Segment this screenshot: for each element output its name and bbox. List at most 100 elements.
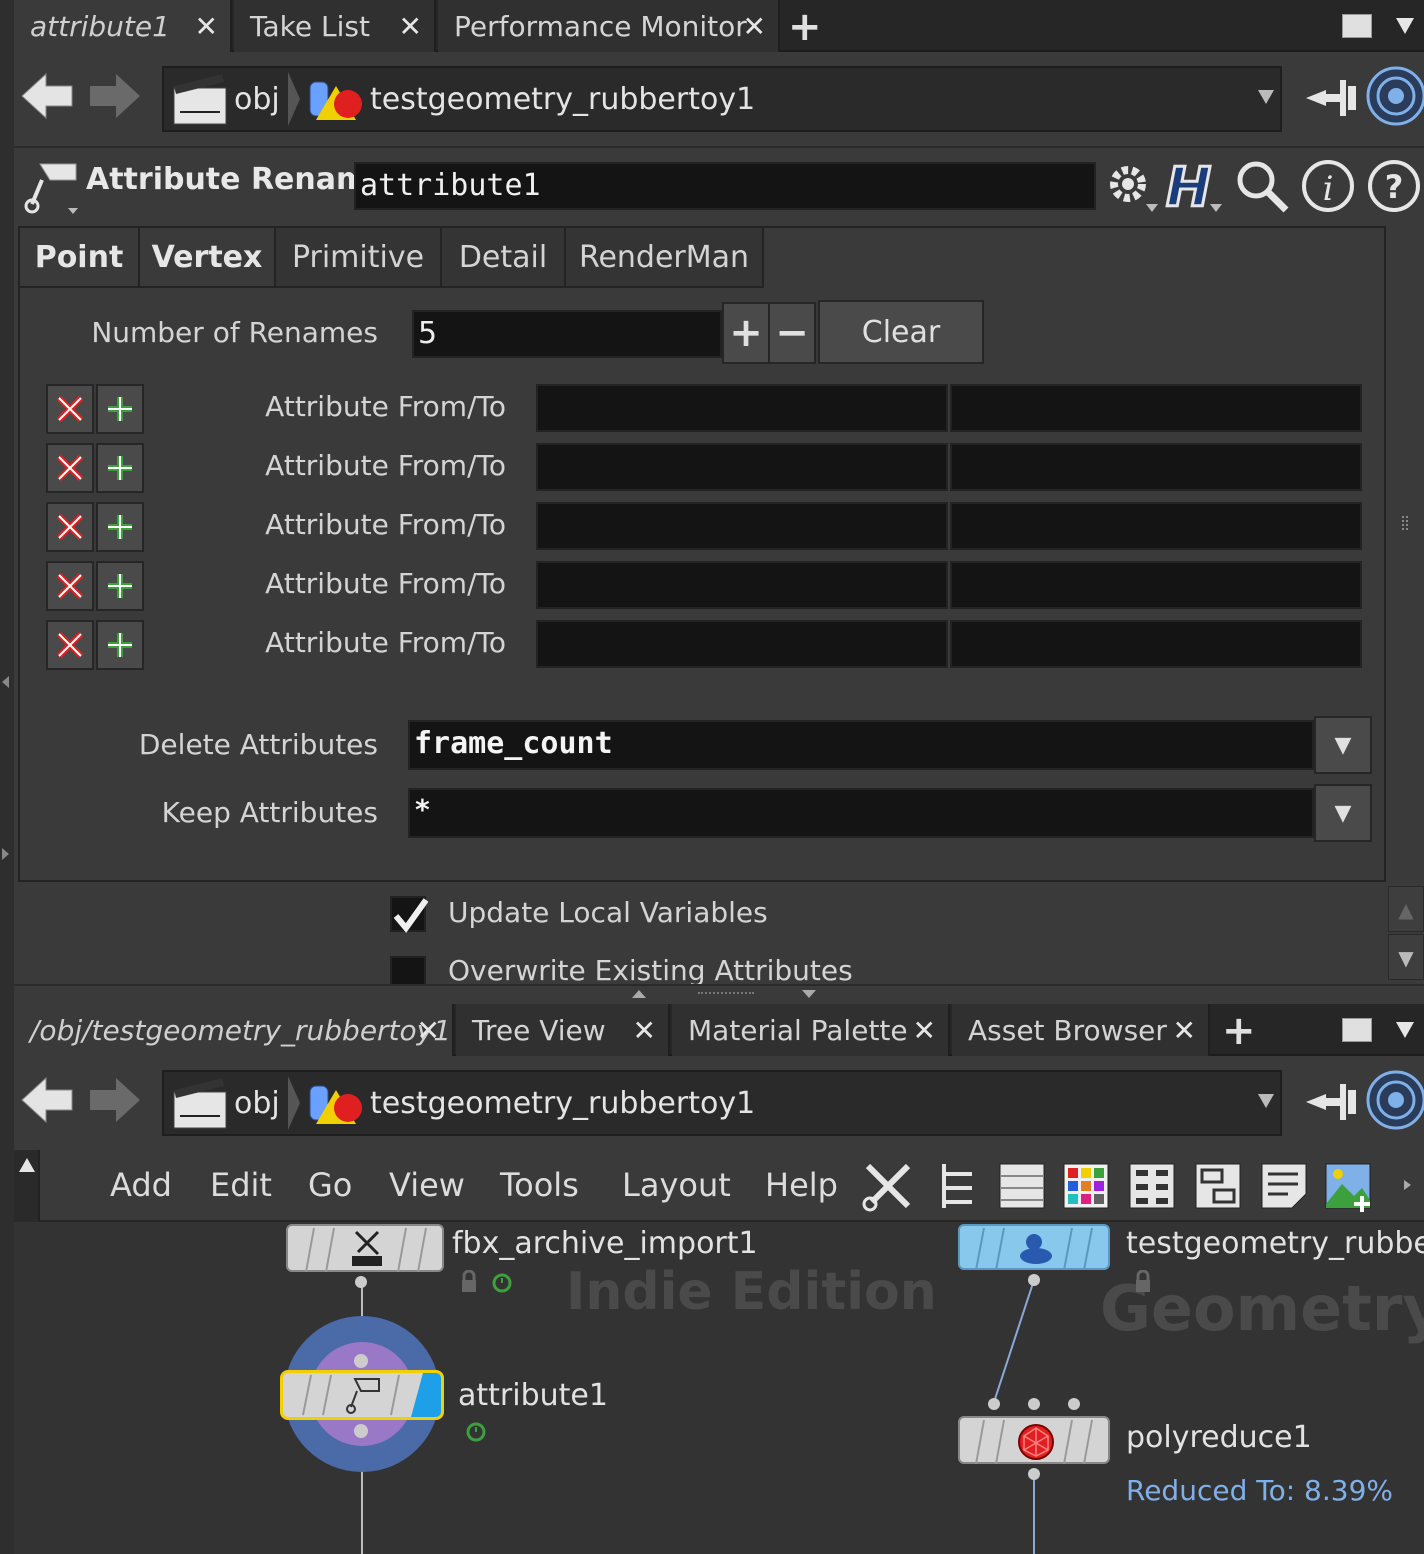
menu-tools[interactable]: Tools: [500, 1166, 579, 1204]
back-arrow-icon[interactable]: [20, 1074, 74, 1126]
color-palette-icon[interactable]: [1060, 1160, 1112, 1212]
chevron-down-icon[interactable]: [1396, 1022, 1414, 1038]
chevron-down-icon[interactable]: [1396, 18, 1414, 34]
remove-row-button[interactable]: [46, 561, 94, 611]
scroll-down-button[interactable]: ▼: [1388, 934, 1424, 980]
collapse-down-icon[interactable]: [802, 990, 816, 998]
remove-rename-button[interactable]: −: [768, 302, 816, 364]
tab-network-path[interactable]: /obj/testgeometry_rubbertoy1 ✕: [14, 1004, 454, 1056]
remove-row-button[interactable]: [46, 384, 94, 434]
menu-view[interactable]: View: [389, 1166, 465, 1204]
grid-layout-icon[interactable]: [1126, 1160, 1178, 1212]
output-connector[interactable]: [1028, 1468, 1040, 1480]
attribute-from-field[interactable]: [536, 502, 948, 550]
houdini-help-icon[interactable]: H: [1164, 156, 1224, 216]
input-connector[interactable]: [354, 1354, 368, 1368]
remove-row-button[interactable]: [46, 620, 94, 670]
keep-attributes-dropdown[interactable]: ▼: [1314, 784, 1372, 842]
background-image-icon[interactable]: [1322, 1160, 1374, 1212]
menu-add[interactable]: Add: [110, 1166, 172, 1204]
gear-icon[interactable]: [1100, 156, 1160, 216]
tree-layout-icon[interactable]: [932, 1160, 984, 1212]
pin-icon[interactable]: [1304, 68, 1360, 124]
tab-detail[interactable]: Detail: [442, 228, 566, 288]
tab-vertex[interactable]: Vertex: [140, 228, 276, 288]
chevron-down-icon[interactable]: [1258, 1094, 1274, 1108]
attribute-from-field[interactable]: [536, 443, 948, 491]
sticky-note-icon[interactable]: [1258, 1160, 1310, 1212]
collapse-left-icon[interactable]: [2, 676, 9, 688]
output-connector[interactable]: [354, 1424, 368, 1438]
attribute-rename-node[interactable]: [280, 1370, 444, 1420]
pane-divider[interactable]: [14, 984, 1424, 1004]
fbx-node-label[interactable]: fbx_archive_import1: [452, 1226, 758, 1261]
tab-tree-view[interactable]: Tree View ✕: [456, 1004, 670, 1056]
menu-go[interactable]: Go: [308, 1166, 352, 1204]
input-connector[interactable]: [1068, 1398, 1080, 1410]
list-view-icon[interactable]: [996, 1160, 1048, 1212]
attribute-from-field[interactable]: [536, 384, 948, 432]
testgeometry-node[interactable]: [958, 1224, 1110, 1271]
network-editor[interactable]: Indie Edition Geometry fbx_archive_impor…: [14, 1222, 1424, 1554]
close-icon[interactable]: ✕: [1173, 1014, 1196, 1047]
delete-attributes-field[interactable]: frame_count: [408, 720, 1314, 770]
input-connector[interactable]: [988, 1398, 1000, 1410]
polyreduce-node-label[interactable]: polyreduce1: [1126, 1420, 1312, 1455]
tab-renderman[interactable]: RenderMan: [566, 228, 764, 288]
output-connector[interactable]: [355, 1276, 367, 1288]
remove-row-button[interactable]: [46, 502, 94, 552]
testgeo-node-label[interactable]: testgeometry_rubber: [1126, 1226, 1424, 1261]
tab-take-list[interactable]: Take List ✕: [234, 0, 436, 52]
clear-button[interactable]: Clear: [818, 300, 984, 364]
attribute-from-field[interactable]: [536, 561, 948, 609]
help-icon[interactable]: ?: [1364, 156, 1424, 216]
search-icon[interactable]: [1232, 156, 1292, 216]
collapse-up-icon[interactable]: [632, 990, 646, 998]
toolbar-collapse-handle[interactable]: [14, 1150, 40, 1222]
tab-material-palette[interactable]: Material Palette ✕: [672, 1004, 950, 1056]
tab-point[interactable]: Point: [20, 228, 140, 288]
insert-row-button[interactable]: [96, 561, 144, 611]
close-icon[interactable]: ✕: [417, 1014, 440, 1047]
remove-row-button[interactable]: [46, 443, 94, 493]
path-root[interactable]: obj: [234, 1072, 280, 1134]
attribute-node-label[interactable]: attribute1: [458, 1378, 608, 1413]
scroll-up-button[interactable]: ▲: [1388, 886, 1424, 932]
pin-icon[interactable]: [1304, 1072, 1360, 1128]
link-radar-icon[interactable]: [1364, 1068, 1424, 1132]
tools-icon[interactable]: [862, 1160, 914, 1212]
fbx-archive-import-node[interactable]: [286, 1224, 444, 1273]
overwrite-checkbox[interactable]: [390, 956, 426, 984]
menu-help[interactable]: Help: [765, 1166, 838, 1204]
maximize-icon[interactable]: [1342, 1018, 1372, 1042]
forward-arrow-icon[interactable]: [88, 70, 142, 122]
path-node[interactable]: testgeometry_rubbertoy1: [370, 1072, 755, 1134]
expand-right-icon[interactable]: [2, 848, 9, 860]
insert-row-button[interactable]: [96, 620, 144, 670]
maximize-icon[interactable]: [1342, 14, 1372, 38]
attribute-to-field[interactable]: [950, 561, 1362, 609]
more-tools-icon[interactable]: [1404, 1180, 1411, 1190]
path-node[interactable]: testgeometry_rubbertoy1: [370, 68, 755, 130]
insert-row-button[interactable]: [96, 443, 144, 493]
path-root[interactable]: obj: [234, 68, 280, 130]
tab-primitive[interactable]: Primitive: [276, 228, 442, 288]
polyreduce-node[interactable]: [958, 1416, 1110, 1465]
insert-row-button[interactable]: [96, 502, 144, 552]
output-connector[interactable]: [1028, 1274, 1040, 1286]
close-icon[interactable]: ✕: [195, 10, 218, 43]
insert-row-button[interactable]: [96, 384, 144, 434]
tab-performance-monitor[interactable]: Performance Monitor ✕: [438, 0, 780, 52]
update-local-checkbox[interactable]: [390, 896, 429, 933]
network-box-icon[interactable]: [1192, 1160, 1244, 1212]
close-icon[interactable]: ✕: [743, 10, 766, 43]
attribute-to-field[interactable]: [950, 620, 1362, 668]
close-icon[interactable]: ✕: [633, 1014, 656, 1047]
delete-attributes-dropdown[interactable]: ▼: [1314, 716, 1372, 774]
keep-attributes-field[interactable]: *: [408, 788, 1314, 838]
attribute-to-field[interactable]: [950, 443, 1362, 491]
info-icon[interactable]: i: [1298, 156, 1358, 216]
link-radar-icon[interactable]: [1364, 64, 1424, 128]
node-name-field[interactable]: attribute1: [354, 162, 1096, 210]
add-tab-icon[interactable]: +: [788, 4, 822, 50]
